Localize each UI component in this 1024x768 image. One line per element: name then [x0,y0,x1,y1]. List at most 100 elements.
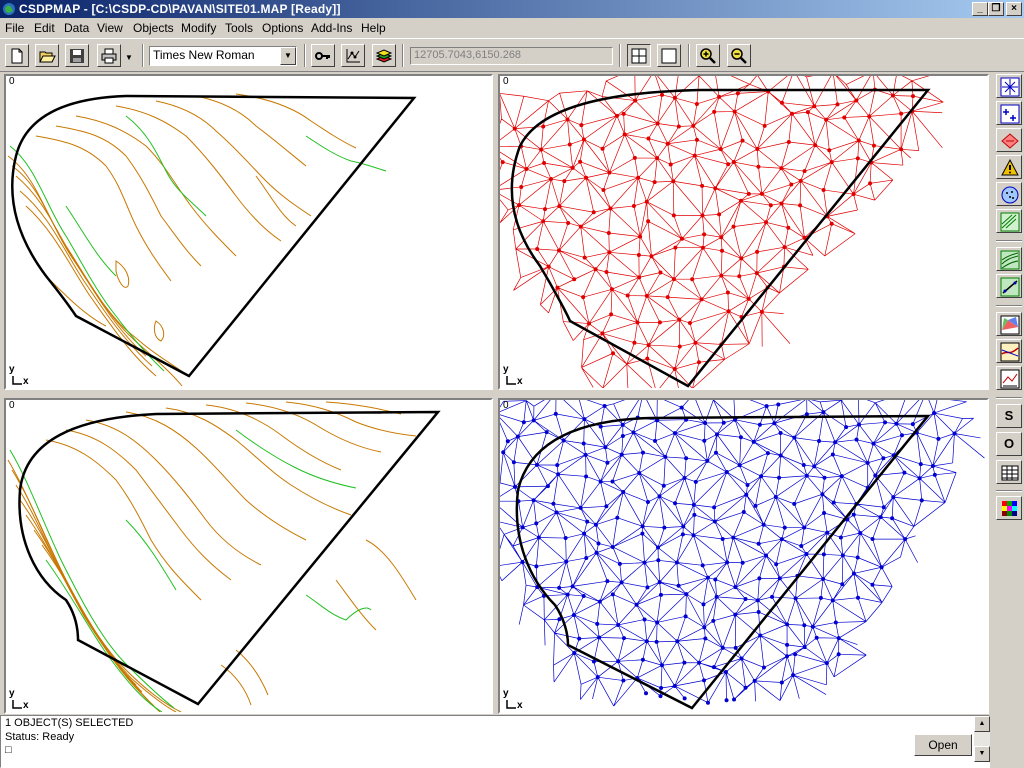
mesh-node [705,575,710,580]
coordinate-readout: 12705.7043,6150.268 [410,47,613,65]
graph-axes-button[interactable] [341,44,365,67]
minimize-button[interactable]: _ [972,2,988,16]
menu-options[interactable]: Options [262,21,303,35]
menu-tools[interactable]: Tools [225,21,253,35]
mesh-node [891,495,896,500]
contour-button[interactable] [996,247,1022,271]
status-panel: 1 OBJECT(S) SELECTED Status: Ready □ [0,715,990,768]
s-button[interactable]: S [996,404,1022,428]
add-points-button[interactable] [996,101,1022,125]
scroll-down-icon[interactable]: ▼ [974,746,990,762]
map-pane-bottom-right[interactable]: 0 y x [498,398,989,714]
mesh-node [665,295,670,300]
restore-button[interactable]: ❐ [988,2,1004,16]
layers-button[interactable] [372,44,396,67]
slope-button[interactable] [996,209,1022,233]
open-button[interactable]: Open [914,734,972,756]
profile-line-button[interactable] [996,274,1022,298]
menu-edit[interactable]: Edit [34,21,55,35]
contour-lines-green [9,115,387,372]
menu-modify[interactable]: Modify [181,21,216,35]
mesh-node [724,698,729,703]
grid-points-button[interactable] [996,74,1022,98]
menu-data[interactable]: Data [64,21,89,35]
mesh-node [609,287,614,292]
table-grid-button[interactable] [996,460,1022,484]
mesh-node [693,340,698,345]
key-button[interactable] [311,44,335,67]
menu-addins[interactable]: Add-Ins [311,21,352,35]
four-pane-view-button[interactable] [627,44,651,67]
map-pane-bottom-left[interactable]: 0 y x [4,398,493,714]
mesh-node [637,275,642,280]
menu-objects[interactable]: Objects [133,21,174,35]
new-button[interactable] [5,44,29,67]
zoom-out-button[interactable] [727,44,751,67]
mesh-node [610,351,615,356]
point-cloud-button[interactable] [996,182,1022,206]
mesh-node [801,463,806,468]
mesh-node [694,101,699,106]
mesh-node [692,512,697,517]
map-pane-top-right[interactable]: 0 y x [498,74,989,390]
color-palette-button[interactable] [996,496,1022,520]
mesh-node [542,207,547,212]
app-icon [3,3,15,15]
close-button[interactable]: × [1006,2,1022,16]
menu-file[interactable]: File [5,21,24,35]
mesh-node [604,504,609,509]
mesh-node [609,312,614,317]
mesh-node [805,110,810,115]
mesh-node [673,245,678,250]
o-button[interactable]: O [996,432,1022,456]
map-pane-top-left[interactable]: 0 y x [4,74,493,390]
mesh-node [659,663,664,668]
surface-button[interactable] [996,128,1022,152]
mesh-node [718,147,723,152]
scroll-up-icon[interactable]: ▲ [974,716,990,732]
mesh-node [668,162,673,167]
mesh-node [657,320,662,325]
mesh-node [881,456,886,461]
mesh-node [835,102,840,107]
status-scrollbar[interactable]: ▲ ▼ [974,716,990,762]
mesh-node [757,576,762,581]
mesh-node [521,420,526,425]
color-surface-button[interactable] [996,312,1022,336]
zoom-in-button[interactable] [696,44,720,67]
mesh-node [743,685,748,690]
mesh-node [680,532,685,537]
mesh-node [824,661,829,666]
mesh-node [579,123,584,128]
mesh-node [500,160,505,165]
origin-label: 0 [503,76,509,87]
mesh-node [918,462,923,467]
mesh-node [717,212,722,217]
mesh-node [681,524,686,529]
mesh-node [556,248,561,253]
mesh-node [751,439,756,444]
warning-points-button[interactable] [996,155,1022,179]
layers-icon [375,49,393,63]
mesh-node [719,273,724,278]
font-select[interactable]: Times New Roman ▼ [149,46,297,66]
mesh-node [793,652,798,657]
mesh-node [520,525,525,530]
chevron-down-icon[interactable]: ▼ [280,47,296,65]
mesh-node [638,234,643,239]
print-button[interactable] [97,44,121,67]
print-dropdown-icon[interactable]: ▼ [125,53,133,62]
menu-view[interactable]: View [97,21,123,35]
single-pane-view-button[interactable] [657,44,681,67]
open-button[interactable] [35,44,59,67]
mesh-node [561,438,566,443]
mesh-node [711,665,716,670]
mesh-node [804,551,809,556]
save-button[interactable] [65,44,89,67]
menu-help[interactable]: Help [361,21,386,35]
contour-lines-green [9,429,372,712]
cross-section-button[interactable] [996,339,1022,363]
mesh-node [534,462,539,467]
mesh-node [658,270,663,275]
view-3d-button[interactable] [996,366,1022,390]
